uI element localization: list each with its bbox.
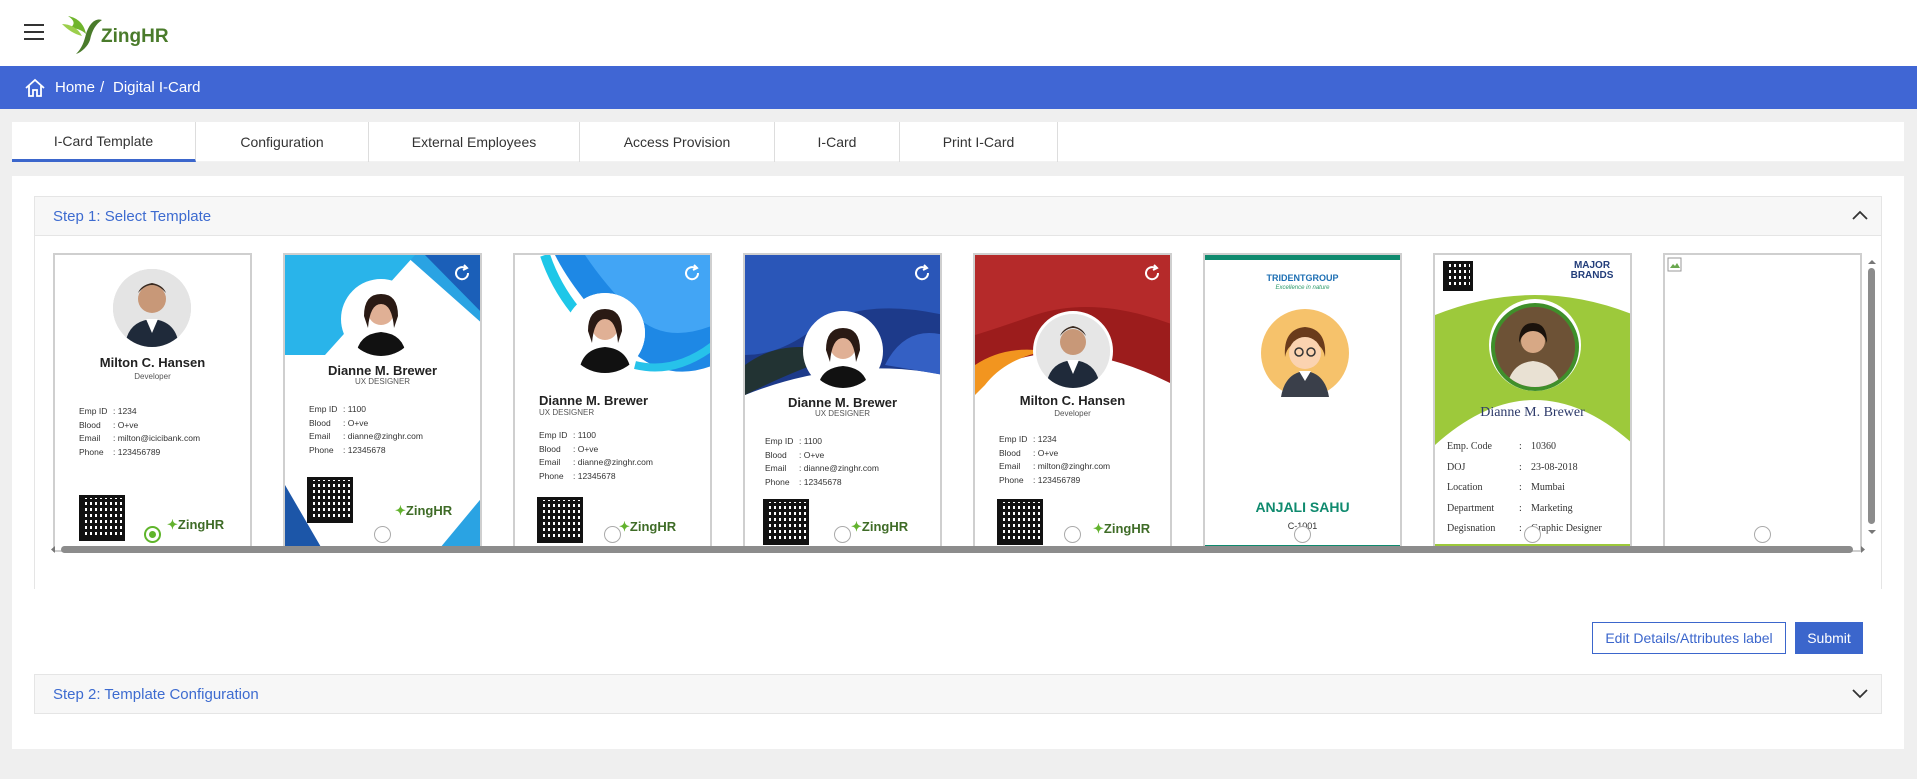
employee-name: Dianne M. Brewer bbox=[1480, 405, 1585, 420]
employee-details: Emp ID: 1100 Blood: O+ve Email: dianne@z… bbox=[765, 436, 879, 487]
employee-role: Developer bbox=[1054, 409, 1091, 418]
employee-name: Dianne M. Brewer bbox=[787, 395, 898, 410]
step1-header[interactable]: Step 1: Select Template bbox=[34, 196, 1882, 236]
step1-title: Step 1: Select Template bbox=[53, 208, 212, 225]
template-card-5[interactable]: Milton C. Hansen Developer Emp ID: 1234 … bbox=[973, 253, 1172, 552]
employee-name: Dianne M. Brewer bbox=[539, 393, 649, 408]
template-radio-3[interactable] bbox=[604, 526, 621, 543]
template-card-8[interactable] bbox=[1663, 253, 1862, 552]
scroll-left-icon[interactable] bbox=[49, 545, 57, 554]
edit-details-button[interactable]: Edit Details/Attributes label bbox=[1592, 622, 1786, 654]
employee-photo bbox=[113, 269, 191, 347]
template-card-6[interactable]: TRIDENTGROUP Excellence in nature ANJALI… bbox=[1203, 253, 1402, 552]
employee-details: Emp ID: 1234 Blood: O+ve Email: milton@i… bbox=[79, 406, 201, 457]
employee-role: UX DESIGNER bbox=[539, 408, 595, 417]
employee-name: ANJALI SAHU bbox=[1255, 499, 1350, 515]
template-card-1[interactable]: Milton C. Hansen Developer Emp ID: 1234 … bbox=[53, 253, 252, 552]
brand-name: TRIDENTGROUP bbox=[1266, 273, 1339, 283]
tab-access-provision[interactable]: Access Provision bbox=[580, 122, 775, 162]
employee-details: Emp ID: 1100 Blood: O+ve Email: dianne@z… bbox=[309, 404, 423, 455]
template-gallery: Milton C. Hansen Developer Emp ID: 1234 … bbox=[34, 236, 1882, 589]
employee-name: Milton C. Hansen bbox=[1019, 393, 1126, 408]
card-logo: ✦ZingHR bbox=[619, 519, 677, 534]
refresh-icon[interactable] bbox=[452, 263, 472, 283]
scroll-right-icon[interactable] bbox=[1859, 545, 1867, 554]
template-radio-4[interactable] bbox=[834, 526, 851, 543]
template-card-4[interactable]: Dianne M. Brewer UX DESIGNER Emp ID: 110… bbox=[743, 253, 942, 552]
employee-role: UX DESIGNER bbox=[814, 409, 871, 418]
breadcrumb: Home / Digital I-Card bbox=[0, 66, 1917, 109]
employee-details: Emp ID: 1100 Blood: O+ve Email: dianne@z… bbox=[539, 430, 653, 481]
main-panel: Step 1: Select Template Milton C. Hansen… bbox=[12, 176, 1904, 749]
template-radio-1[interactable] bbox=[144, 526, 161, 543]
qr-code bbox=[307, 477, 353, 523]
card-logo: ✦ZingHR bbox=[851, 519, 909, 534]
tab-icard-template[interactable]: I-Card Template bbox=[12, 122, 196, 162]
step2-title: Step 2: Template Configuration bbox=[53, 686, 259, 703]
employee-photo bbox=[1033, 311, 1113, 391]
breadcrumb-separator: / bbox=[100, 79, 105, 96]
scroll-up-icon[interactable] bbox=[1867, 258, 1877, 266]
zinghr-logo[interactable]: ZingHR bbox=[60, 10, 170, 58]
employee-details: Emp ID: 1234 Blood: O+ve Email: milton@z… bbox=[999, 434, 1111, 485]
top-bar: ZingHR bbox=[0, 0, 1917, 66]
qr-code bbox=[763, 499, 809, 545]
template-radio-2[interactable] bbox=[374, 526, 391, 543]
chevron-up-icon[interactable] bbox=[1851, 209, 1869, 221]
home-icon[interactable] bbox=[24, 78, 46, 98]
horizontal-scroll-thumb[interactable] bbox=[61, 546, 1853, 553]
employee-photo bbox=[341, 279, 421, 359]
scroll-down-icon[interactable] bbox=[1867, 528, 1877, 536]
employee-role: Developer bbox=[134, 372, 171, 381]
qr-code bbox=[79, 495, 125, 541]
refresh-icon[interactable] bbox=[682, 263, 702, 283]
card-logo: ✦ZingHR bbox=[395, 503, 453, 518]
tab-icard[interactable]: I-Card bbox=[775, 122, 900, 162]
qr-code bbox=[1443, 261, 1473, 291]
breadcrumb-home-link[interactable]: Home bbox=[55, 79, 95, 96]
template-radio-6[interactable] bbox=[1294, 526, 1311, 543]
employee-photo bbox=[803, 311, 883, 391]
tab-print-icard[interactable]: Print I-Card bbox=[900, 122, 1058, 162]
submit-button[interactable]: Submit bbox=[1795, 622, 1863, 654]
vertical-scrollbar[interactable] bbox=[1867, 258, 1877, 536]
tab-bar: I-Card Template Configuration External E… bbox=[12, 122, 1904, 162]
refresh-icon[interactable] bbox=[1142, 263, 1162, 283]
template-radio-8[interactable] bbox=[1754, 526, 1771, 543]
tab-external-employees[interactable]: External Employees bbox=[369, 122, 580, 162]
logo-text: ZingHR bbox=[101, 26, 169, 47]
refresh-icon[interactable] bbox=[912, 263, 932, 283]
chevron-down-icon[interactable] bbox=[1851, 687, 1869, 699]
template-card-2[interactable]: Dianne M. Brewer UX DESIGNER Emp ID: 110… bbox=[283, 253, 482, 552]
tab-configuration[interactable]: Configuration bbox=[196, 122, 369, 162]
card-logo: ✦ZingHR bbox=[1093, 521, 1151, 536]
step2-header[interactable]: Step 2: Template Configuration bbox=[34, 674, 1882, 714]
vertical-scroll-thumb[interactable] bbox=[1868, 268, 1875, 524]
qr-code bbox=[537, 497, 583, 543]
card-top-band bbox=[1205, 255, 1400, 260]
breadcrumb-current: Digital I-Card bbox=[113, 79, 201, 96]
employee-details: Emp. Code:10360 DOJ:23-08-2018 Location:… bbox=[1447, 441, 1602, 534]
template-card-7[interactable]: MAJOR BRANDS Dianne M. Brewer Emp. Code:… bbox=[1433, 253, 1632, 552]
employee-photo bbox=[565, 293, 645, 373]
qr-code bbox=[997, 499, 1043, 545]
brand-logo: MAJOR BRANDS bbox=[1570, 260, 1614, 281]
employee-name: Dianne M. Brewer bbox=[327, 363, 438, 378]
avatar bbox=[1261, 309, 1349, 397]
card-logo: ✦ZingHR bbox=[167, 517, 225, 532]
employee-role: UX DESIGNER bbox=[354, 377, 411, 386]
hamburger-menu-icon[interactable] bbox=[24, 24, 44, 40]
horizontal-scrollbar[interactable] bbox=[49, 544, 1867, 554]
template-radio-5[interactable] bbox=[1064, 526, 1081, 543]
template-card-3[interactable]: Dianne M. Brewer UX DESIGNER Emp ID: 110… bbox=[513, 253, 712, 552]
employee-photo bbox=[1491, 303, 1579, 391]
brand-tagline: Excellence in nature bbox=[1275, 285, 1330, 291]
broken-image-icon bbox=[1667, 257, 1682, 272]
template-radio-7[interactable] bbox=[1524, 526, 1541, 543]
employee-name: Milton C. Hansen bbox=[99, 355, 206, 370]
